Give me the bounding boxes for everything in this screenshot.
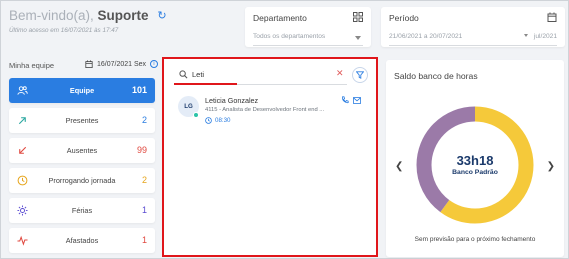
stat-label: Afastados (65, 236, 99, 245)
stat-count: 1 (141, 235, 147, 245)
stat-label: Férias (71, 206, 93, 215)
clock-icon (205, 117, 212, 124)
calendar-icon (85, 60, 93, 68)
period-month: jul/2021 (533, 33, 557, 40)
stat-afastados[interactable]: Afastados 1 (9, 228, 155, 253)
period-value: 21/06/2021 a 20/07/2021 (389, 33, 463, 40)
filter-icon (356, 71, 364, 79)
hour-bank-footer: Sem previsão para o próximo fechamento (414, 236, 536, 243)
last-access-text: Último acesso em 16/07/2021 às 17:47 (9, 27, 119, 34)
period-underline (389, 45, 557, 46)
employee-role: 4115 - Analista de Desenvolvedor Front e… (205, 107, 325, 113)
team-date: 16/07/2021 Sex i (85, 60, 159, 68)
period-filter[interactable]: Período 21/06/2021 a 20/07/2021 jul/2021 (381, 7, 565, 47)
employee-name: Leticia Gonzalez (205, 96, 259, 105)
chevron-right-icon[interactable]: ❯ (547, 161, 555, 172)
chevron-down-icon (355, 36, 361, 40)
calendar-icon (547, 12, 557, 22)
phone-icon[interactable] (341, 96, 349, 104)
chevron-down-icon (524, 34, 529, 37)
grid-icon (353, 12, 363, 22)
hour-bank-title: Saldo banco de horas (394, 71, 478, 81)
hour-bank-panel: Saldo banco de horas 33h18 Banco Padrão … (386, 60, 564, 257)
stat-label: Ausentes (66, 146, 98, 155)
department-filter[interactable]: Departamento Todos os departamentos (245, 7, 371, 47)
welcome-prefix: Bem-vindo(a), (9, 8, 94, 23)
user-name: Suporte (97, 8, 149, 23)
team-heading: Minha equipe (9, 61, 55, 70)
search-result-item[interactable]: LG Leticia Gonzalez 4115 - Analista de D… (178, 93, 370, 127)
team-date-text: 16/07/2021 Sex (97, 60, 147, 68)
employee-search-panel: ✕ LG Leticia Gonzalez 4115 - Analista de… (162, 57, 378, 257)
stat-label: Prorrogando jornada (48, 176, 116, 185)
stat-presentes[interactable]: Presentes 2 (9, 108, 155, 133)
hour-bank-value: 33h18 (456, 153, 494, 168)
stat-count: 1 (141, 205, 147, 215)
search-input[interactable] (192, 68, 342, 81)
stat-count: 2 (141, 115, 147, 125)
welcome-heading: Bem-vindo(a), Suporte ↻ (9, 8, 167, 23)
employee-time-text: 08:30 (215, 117, 231, 124)
search-underline (237, 84, 347, 85)
stat-count: 101 (131, 85, 147, 95)
hour-bank-name: Banco Padrão (452, 169, 498, 176)
employee-time: 08:30 (205, 117, 230, 124)
stat-prorrogando[interactable]: Prorrogando jornada 2 (9, 168, 155, 193)
filter-button[interactable] (352, 67, 368, 83)
stat-ausentes[interactable]: Ausentes 99 (9, 138, 155, 163)
search-icon (179, 70, 188, 79)
chevron-left-icon[interactable]: ❮ (395, 161, 403, 172)
department-value: Todos os departamentos (253, 33, 326, 40)
mail-icon[interactable] (353, 97, 361, 104)
stat-equipe[interactable]: Equipe 101 (9, 78, 155, 103)
online-status-dot (193, 112, 199, 118)
department-underline (253, 45, 363, 46)
stat-ferias[interactable]: Férias 1 (9, 198, 155, 223)
period-label: Período (389, 13, 419, 23)
period-month-select[interactable]: jul/2021 (524, 33, 557, 40)
stat-label: Presentes (65, 116, 99, 125)
search-annotation-underline (174, 83, 237, 85)
refresh-icon[interactable]: ↻ (157, 9, 166, 22)
department-label: Departamento (253, 13, 307, 23)
close-icon[interactable]: ✕ (336, 68, 344, 79)
stat-count: 2 (141, 175, 147, 185)
stat-count: 99 (136, 145, 147, 155)
info-icon[interactable]: i (150, 60, 159, 68)
